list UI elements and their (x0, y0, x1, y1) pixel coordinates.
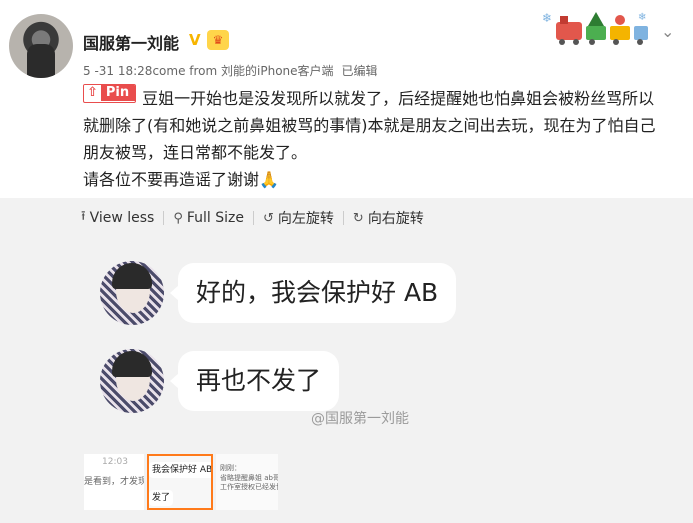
author-name[interactable]: 国服第一刘能 (83, 30, 179, 54)
divider (253, 211, 254, 225)
post-text-line-1: 豆姐一开始也是没发现所以就发了，后经提醒她也怕鼻姐会被粉丝骂所以 (142, 89, 655, 108)
image-viewer: ⭱ View less ⚲ Full Size ↺ 向左旋转 ↻ 向右旋转 好的，我会保… (0, 198, 693, 523)
chat-bubble: 好的，我会保护好 AB (169, 263, 457, 323)
rotate-left-button[interactable]: ↺ 向左旋转 (263, 208, 334, 228)
thumbnail[interactable]: 12:03 是看到，才发现。 (84, 454, 144, 510)
collapse-icon: ⭱ (81, 209, 86, 224)
weibo-watermark: @国服第一刘能 (311, 411, 409, 427)
rotate-left-icon: ↺ (263, 210, 274, 226)
full-size-button[interactable]: ⚲ Full Size (173, 210, 244, 226)
chat-bubble: 再也不发了 (169, 351, 340, 411)
thumbnail-text: 发了 (149, 490, 174, 506)
author-avatar[interactable] (9, 14, 73, 78)
image-toolbar: ⭱ View less ⚲ Full Size ↺ 向左旋转 ↻ 向右旋转 (81, 207, 424, 229)
chat-avatar (100, 261, 164, 325)
post-source: come from 刘能的iPhone客户端 (152, 64, 334, 78)
chat-message-row: 再也不发了 (100, 349, 340, 413)
pin-badge: ⇧ Pin (83, 84, 137, 103)
post-time[interactable]: 5 -31 18:28 (83, 64, 152, 78)
view-less-button[interactable]: ⭱ View less (81, 207, 154, 229)
thumbnail-text: 省略提醒鼻姐 ab哥的 (220, 474, 278, 482)
svg-text:❄: ❄ (638, 12, 646, 23)
verified-icon: V (189, 31, 201, 49)
thumbnail[interactable]: 刚刚： 省略提醒鼻姐 ab哥的 工作室授权已经发博 (216, 454, 278, 510)
view-less-label: View less (89, 210, 155, 226)
thumbnail-selected[interactable]: 我会保护好 AB 发了 (147, 454, 213, 510)
post-text-line-2: 就删除了(有和她说之前鼻姐被骂的事情)本就是朋友之间出去玩，现在为了怕自己 (83, 116, 656, 135)
thumbnail-text: 工作室授权已经发博 (220, 483, 278, 491)
thumbnail-text: 12:03 (102, 457, 128, 467)
svg-text:❄: ❄ (542, 11, 552, 25)
christmas-train-icon: ❄ ❄ (542, 11, 648, 45)
edited-label[interactable]: 已编辑 (342, 64, 378, 78)
rotate-right-button[interactable]: ↻ 向右旋转 (353, 208, 424, 228)
full-size-label: Full Size (186, 210, 244, 226)
post-meta: 5 -31 18:28come from 刘能的iPhone客户端 已编辑 (83, 62, 378, 79)
search-icon: ⚲ (173, 210, 183, 226)
thumbnail-text: 我会保护好 AB (149, 462, 211, 478)
post-body: ⇧ Pin 豆姐一开始也是没发现所以就发了，后经提醒她也怕鼻姐会被粉丝骂所以 就删除… (83, 84, 683, 193)
thumbnail-text: 刚刚： (220, 464, 241, 472)
thumbnail-text: 是看到，才发现。 (84, 477, 144, 487)
chat-message-row: 好的，我会保护好 AB (100, 261, 457, 325)
post-text-line-4: 请各位不要再造谣了谢谢🙏 (83, 170, 279, 189)
post-text-line-3: 朋友被骂，连日常都不能发了。 (83, 143, 308, 162)
divider (163, 211, 165, 225)
rotate-right-icon: ↻ (352, 210, 364, 226)
pin-label: Pin (100, 85, 136, 101)
chevron-down-icon[interactable]: ⌄ (661, 22, 674, 41)
rotate-right-label: 向右旋转 (367, 211, 424, 227)
divider (342, 211, 344, 225)
chat-avatar (100, 349, 164, 413)
pin-icon: ⇧ (84, 85, 101, 101)
member-badge-icon: ♛ (207, 30, 229, 50)
rotate-left-label: 向左旋转 (277, 211, 334, 227)
